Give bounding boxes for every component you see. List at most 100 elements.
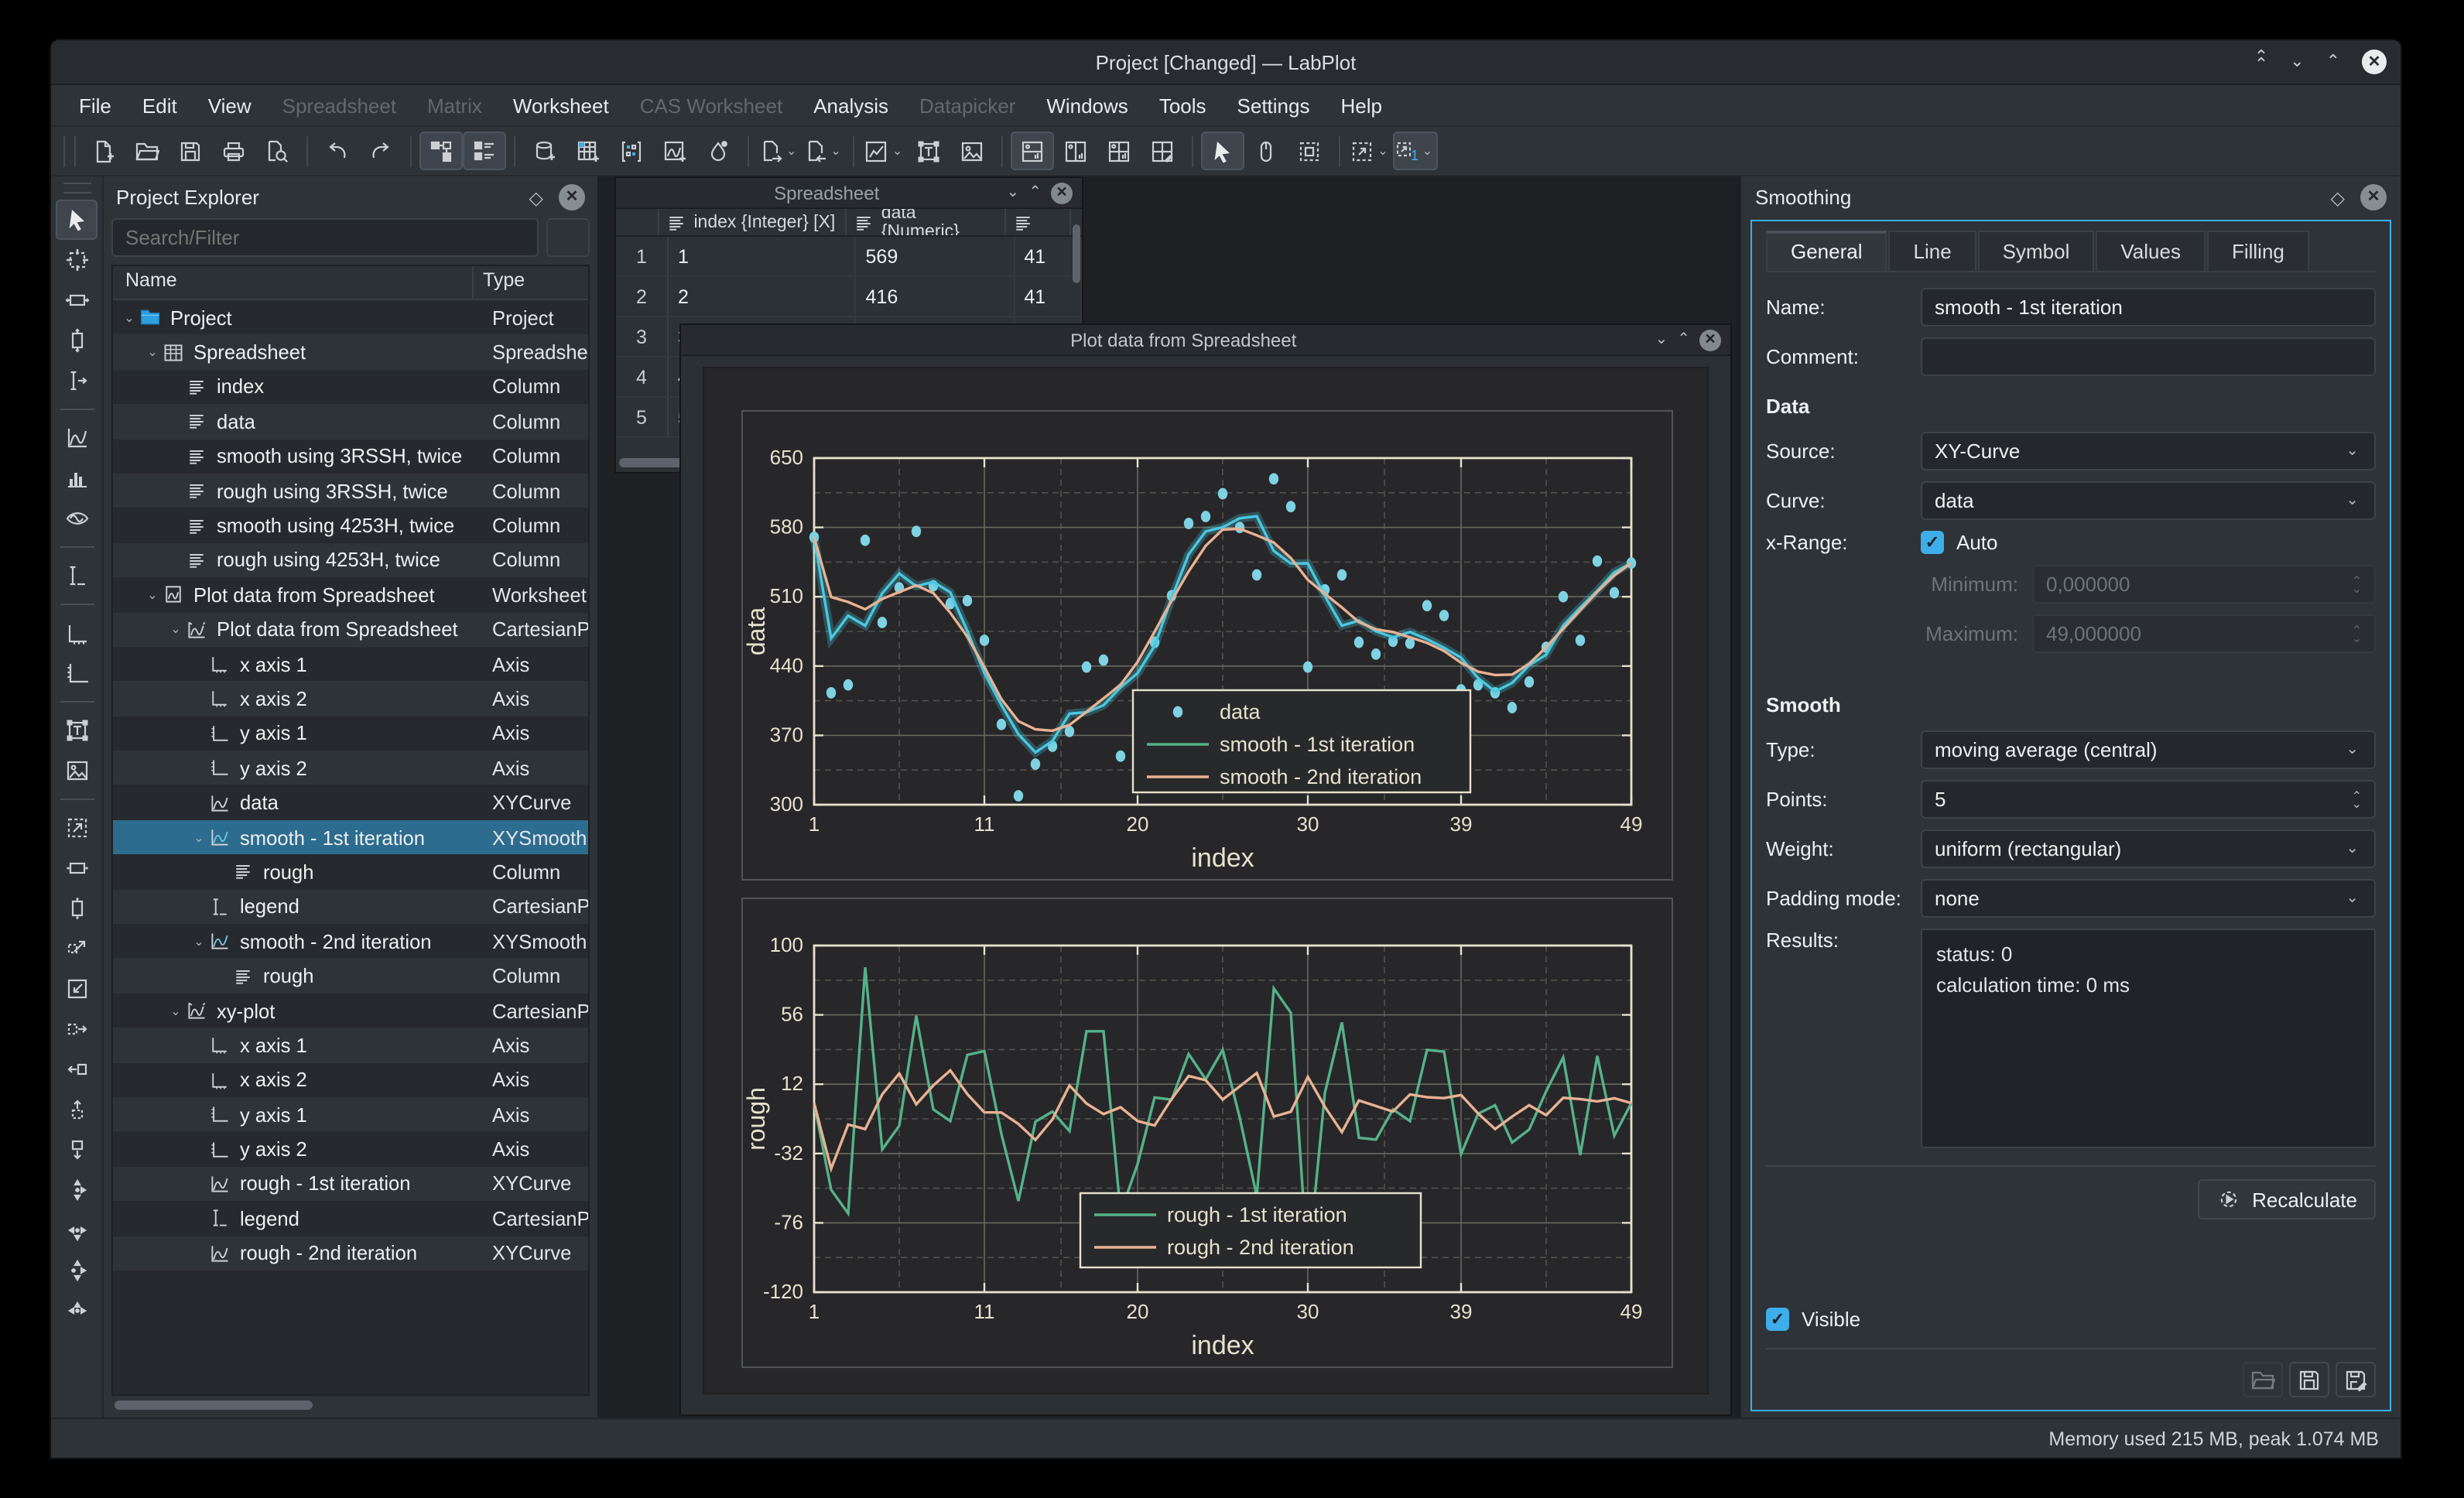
pointer-button[interactable] [56, 200, 98, 240]
tree-row-rough-2nd-iteration[interactable]: rough - 2nd iterationXYCurve [113, 1236, 588, 1271]
menu-view[interactable]: View [193, 87, 267, 123]
shift-left-button[interactable] [56, 1049, 98, 1089]
tab-general[interactable]: General [1766, 231, 1887, 271]
menu-settings[interactable]: Settings [1222, 87, 1326, 123]
tree-row-smooth-using-3rssh-twice[interactable]: smooth using 3RSSH, twiceColumn [113, 439, 588, 474]
tree-row-data[interactable]: dataColumn [113, 404, 588, 439]
pin-icon[interactable] [99, 51, 121, 73]
pointer-button[interactable] [1201, 132, 1244, 170]
zoom-select-button[interactable] [1288, 132, 1331, 170]
select-vertical-button[interactable] [56, 320, 98, 361]
menu-worksheet[interactable]: Worksheet [498, 87, 625, 123]
import-button[interactable]: ⌄ [757, 132, 801, 170]
magnification-1-button[interactable]: 1⌄ [1393, 132, 1437, 170]
tree-row-rough-using-3rssh-twice[interactable]: rough using 3RSSH, twiceColumn [113, 474, 588, 508]
chevron-down-icon[interactable]: ⌄ [786, 144, 796, 158]
tree-row-x-axis-1[interactable]: x axis 1Axis [113, 1028, 588, 1062]
tree-row-smooth-1st-iteration[interactable]: ⌄smooth - 1st iterationXYSmooth [113, 820, 588, 855]
export-button[interactable]: ⌄ [801, 132, 845, 170]
spreadsheet-row-1[interactable]: 1156941 [616, 237, 1082, 277]
minimize-icon[interactable]: ⌄ [1006, 184, 1019, 201]
crosshair-button[interactable] [56, 240, 98, 280]
maximize-icon[interactable]: ⌃ [2326, 53, 2340, 70]
chevron-down-icon[interactable]: ⌄ [892, 144, 902, 158]
close-icon[interactable]: ✕ [2362, 50, 2387, 74]
weight-select[interactable]: uniform (rectangular)⌄ [1921, 829, 2376, 868]
fit-width-button[interactable] [56, 848, 98, 888]
tree-row-smooth-using-4253h-twice[interactable]: smooth using 4253H, twiceColumn [113, 508, 588, 543]
comment-field[interactable] [1921, 337, 2376, 376]
close-icon[interactable]: ✕ [1051, 182, 1073, 203]
tree-row-legend[interactable]: legendCartesianPlotLegend [113, 1201, 588, 1236]
menu-edit[interactable]: Edit [127, 87, 193, 123]
tab-symbol[interactable]: Symbol [1978, 231, 2095, 271]
recalculate-button[interactable]: Recalculate [2198, 1179, 2376, 1219]
expander-icon[interactable]: ⌄ [119, 310, 139, 324]
tree-row-plot-data-from-spreadsheet[interactable]: ⌄Plot data from SpreadsheetCartesianPlot [113, 612, 588, 647]
filter-options-button[interactable] [546, 218, 590, 257]
new-spreadsheet-button[interactable] [566, 132, 610, 170]
data-smooth-plot[interactable]: 11120303949300370440510580650dataindexda… [741, 410, 1673, 881]
print-button[interactable] [212, 132, 255, 170]
new-workbook-button[interactable] [523, 132, 566, 170]
spinner-arrows-icon[interactable]: ⌃⌄ [2352, 792, 2362, 807]
spreadsheet-column-headers[interactable]: index {Integer} [X]data {Numeric} [616, 209, 1082, 237]
cell[interactable]: 569 [857, 237, 1015, 275]
close-icon[interactable]: ✕ [2360, 184, 2387, 210]
tree-row-rough-using-4253h-twice[interactable]: rough using 4253H, twiceColumn [113, 542, 588, 577]
tab-values[interactable]: Values [2096, 231, 2206, 271]
navigate-button[interactable] [1244, 132, 1288, 170]
name-field[interactable]: smooth - 1st iteration [1921, 288, 2376, 327]
zoom-in-selection-button[interactable] [56, 929, 98, 969]
histogram-button[interactable] [56, 458, 98, 498]
tree-row-plot-data-from-spreadsheet[interactable]: ⌄Plot data from SpreadsheetWorksheet [113, 577, 588, 612]
tree-row-spreadsheet[interactable]: ⌄SpreadsheetSpreadsheet [113, 335, 588, 370]
redo-button[interactable] [359, 132, 402, 170]
tree-column-headers[interactable]: Name Type [113, 266, 588, 300]
tree-row-x-axis-1[interactable]: x axis 1Axis [113, 647, 588, 682]
close-icon[interactable]: ✕ [1699, 329, 1721, 351]
tree-row-rough[interactable]: roughColumn [113, 855, 588, 890]
expander-icon[interactable]: ⌄ [142, 345, 163, 359]
minimize-icon[interactable]: ⌄ [2290, 53, 2304, 70]
tree-row-y-axis-1[interactable]: y axis 1Axis [113, 1097, 588, 1132]
column-header-2[interactable]: data {Numeric} [847, 209, 1005, 235]
save-button[interactable] [2289, 1362, 2329, 1397]
layout-horizontal-button[interactable] [1054, 132, 1097, 170]
padding-mode-select[interactable]: none⌄ [1921, 879, 2376, 918]
tree-row-legend[interactable]: legendCartesianPlotLegend [113, 889, 588, 924]
search-input[interactable] [111, 218, 539, 257]
chevron-down-icon[interactable]: ⌄ [1422, 144, 1432, 158]
legend-button[interactable] [56, 556, 98, 596]
layout-grid-button[interactable] [1097, 132, 1141, 170]
layout-vertical-button[interactable] [1011, 132, 1054, 170]
text-label-button[interactable] [907, 132, 950, 170]
auto-fit-button[interactable]: ⌄ [1348, 132, 1392, 170]
row-number[interactable]: 2 [616, 277, 669, 316]
float-icon[interactable]: ◇ [529, 186, 543, 208]
column-header-1[interactable]: index {Integer} [X] [659, 209, 847, 235]
plot-window[interactable]: Plot data from Spreadsheet ⌄ ⌃ ✕ 1112030… [679, 323, 1732, 1416]
cell[interactable]: 41 [1015, 237, 1082, 275]
worksheet-canvas[interactable]: 11120303949300370440510580650dataindexda… [703, 367, 1709, 1394]
xrange-auto-checkbox[interactable]: ✓ [1921, 531, 1944, 554]
cursor-line-button[interactable] [56, 361, 98, 401]
visible-checkbox[interactable]: ✓ [1766, 1308, 1789, 1331]
tree-row-y-axis-1[interactable]: y axis 1Axis [113, 716, 588, 751]
menu-tools[interactable]: Tools [1144, 87, 1222, 123]
maximize-icon[interactable]: ⌃ [1677, 331, 1690, 348]
close-icon[interactable]: ✕ [559, 184, 585, 210]
row-number[interactable]: 1 [616, 237, 669, 275]
print-preview-button[interactable] [255, 132, 299, 170]
points-spinbox[interactable]: 5⌃⌄ [1921, 780, 2376, 819]
text-label-button[interactable] [56, 710, 98, 751]
new-matrix-button[interactable] [610, 132, 653, 170]
menu-analysis[interactable]: Analysis [798, 87, 904, 123]
image-button[interactable] [56, 751, 98, 791]
zoom-out-selection-button[interactable] [56, 969, 98, 1009]
curve-select[interactable]: data⌄ [1921, 481, 2376, 520]
expander-icon[interactable]: ⌄ [166, 1004, 186, 1017]
new-notes-button[interactable] [696, 132, 740, 170]
scale-auto-button[interactable] [56, 1170, 98, 1210]
new-worksheet-button[interactable] [653, 132, 696, 170]
